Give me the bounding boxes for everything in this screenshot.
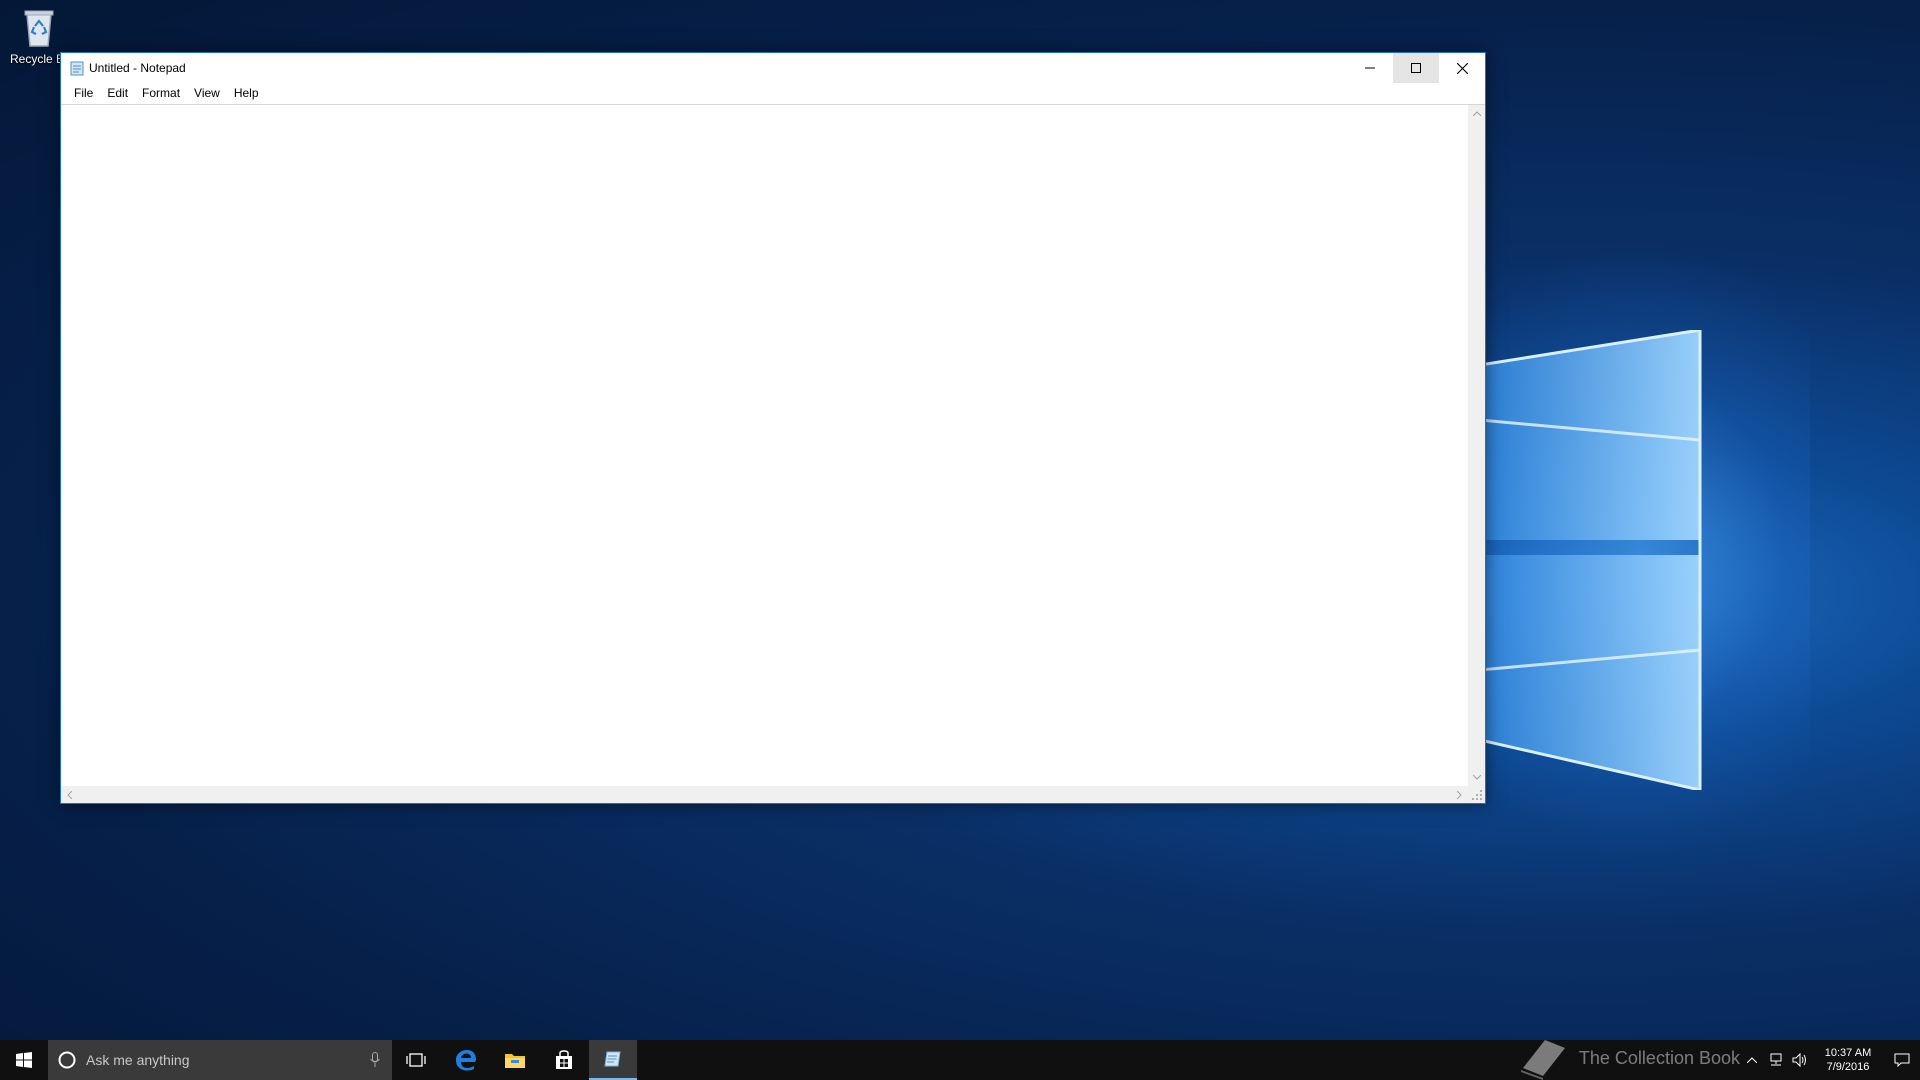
scroll-up-arrow[interactable] [1468,105,1485,122]
network-icon [1770,1053,1782,1066]
minimize-button[interactable] [1347,53,1393,83]
edge-icon [456,1050,476,1071]
watermark: The Collection Book [1515,1038,1740,1080]
store-icon [556,1050,572,1069]
task-view-icon [406,1053,426,1067]
menu-view[interactable]: View [187,84,227,102]
notepad-window: Untitled - Notepad File Edit Format View… [60,52,1486,804]
chevron-up-icon [1472,111,1481,116]
chevron-left-icon [67,790,72,799]
scroll-left-arrow[interactable] [61,786,78,803]
chevron-down-icon [1472,775,1481,780]
cortana-search-box[interactable] [48,1040,392,1080]
watermark-text: The Collection Book [1578,1047,1740,1068]
show-hidden-icons-button[interactable] [1740,1040,1764,1080]
maximize-button[interactable] [1393,53,1439,83]
horizontal-scrollbar[interactable] [61,786,1468,803]
close-button[interactable] [1439,53,1485,83]
book-icon [1520,1040,1565,1080]
file-explorer-icon [505,1054,525,1068]
menu-edit[interactable]: Edit [100,84,135,102]
recycle-bin-icon [24,10,54,47]
close-icon [1456,62,1468,74]
chevron-right-icon [1457,790,1462,799]
taskbar: The Collection Book 10:37 AM 7/9/2016 [0,1040,1920,1080]
clock-date: 7/9/2016 [1826,1061,1870,1073]
cortana-icon [58,1051,76,1069]
clock[interactable]: 10:37 AM 7/9/2016 [1812,1046,1884,1074]
maximize-icon [1411,63,1421,73]
clock-time: 10:37 AM [1824,1047,1872,1059]
text-editor[interactable] [61,105,1468,786]
notepad-icon [604,1051,621,1067]
menu-bar: File Edit Format View Help [61,83,1485,103]
menu-format[interactable]: Format [135,84,187,102]
notepad-icon [70,61,84,76]
system-tray: 10:37 AM 7/9/2016 [1740,1040,1920,1080]
minimize-icon [1365,67,1375,69]
window-title: Untitled - Notepad [89,61,186,75]
task-view-button[interactable] [392,1040,440,1080]
scroll-down-arrow[interactable] [1468,769,1485,786]
vertical-scrollbar[interactable] [1468,105,1485,786]
windows-logo-wallpaper [1480,330,1702,790]
windows-start-icon [16,1052,32,1068]
search-input[interactable] [84,1051,358,1069]
resize-grip[interactable] [1468,786,1485,803]
resize-grip-icon [1472,790,1482,800]
network-button[interactable] [1764,1040,1788,1080]
chevron-up-icon [1747,1057,1757,1063]
action-center-icon [1894,1053,1910,1067]
menu-file[interactable]: File [67,84,100,102]
taskbar-edge[interactable] [442,1040,490,1080]
menu-help[interactable]: Help [227,84,266,102]
microphone-icon[interactable] [370,1052,380,1068]
volume-icon [1792,1053,1806,1067]
taskbar-notepad[interactable] [589,1040,637,1080]
title-bar[interactable]: Untitled - Notepad [61,53,1485,83]
taskbar-file-explorer[interactable] [491,1040,539,1080]
scroll-right-arrow[interactable] [1451,786,1468,803]
start-button[interactable] [0,1040,48,1080]
action-center-button[interactable] [1884,1040,1920,1080]
volume-button[interactable] [1788,1040,1812,1080]
taskbar-store[interactable] [540,1040,588,1080]
editor-area [61,104,1485,803]
